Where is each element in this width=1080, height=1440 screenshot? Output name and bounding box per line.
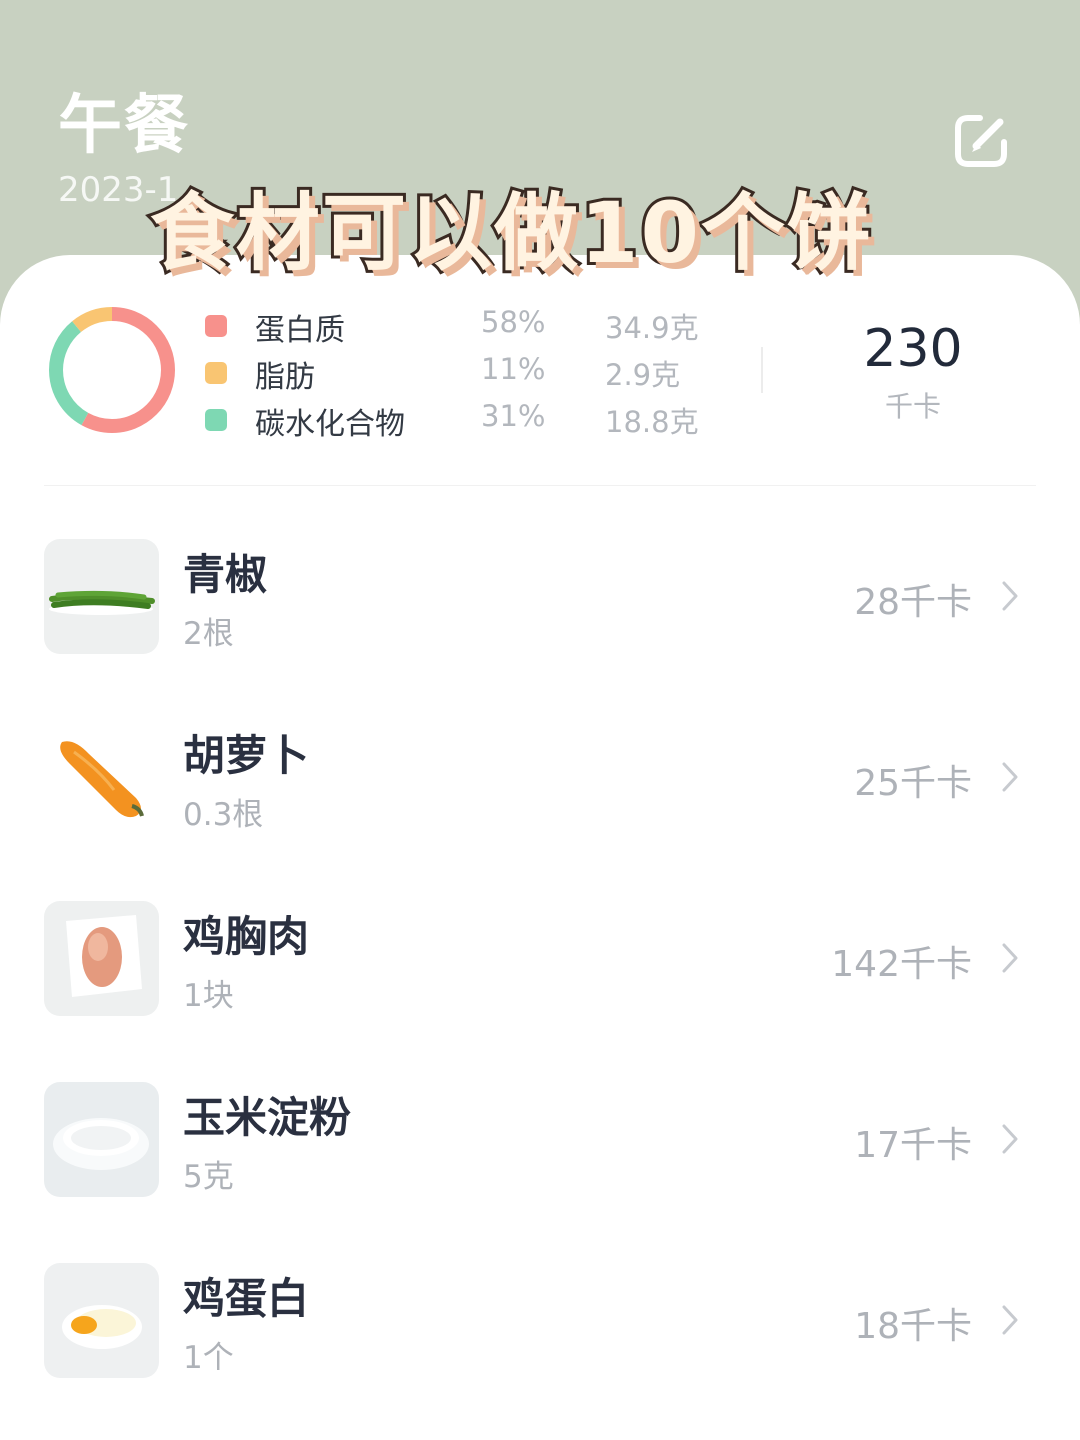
food-name: 玉米淀粉 xyxy=(183,1093,352,1142)
edit-button[interactable] xyxy=(950,110,1012,172)
food-kcal: 28千卡 xyxy=(854,582,972,623)
chevron-right-icon xyxy=(1002,1124,1018,1154)
protein-color-dot xyxy=(205,315,227,337)
food-item-carrot[interactable]: 胡萝卜 0.3根 25千卡 xyxy=(0,696,1080,856)
chicken-breast-photo-icon xyxy=(44,901,159,1016)
food-kcal: 25千卡 xyxy=(854,763,972,804)
total-kcal: 230 xyxy=(863,319,963,379)
food-kcal: 142千卡 xyxy=(831,944,972,985)
chevron-right-icon xyxy=(1002,1305,1018,1335)
food-name: 鸡蛋白 xyxy=(183,1274,310,1323)
food-item-egg-white[interactable]: 鸡蛋白 1个 18千卡 xyxy=(0,1239,1080,1399)
summary-separator xyxy=(44,485,1036,486)
food-item-chicken-breast[interactable]: 鸡胸肉 1块 142千卡 xyxy=(0,877,1080,1037)
food-quantity: 0.3根 xyxy=(183,797,264,833)
carbs-color-dot xyxy=(205,409,227,431)
macro-percent: 11% xyxy=(481,352,546,386)
macro-name: 碳水化合物 xyxy=(255,407,405,442)
green-pepper-photo-icon xyxy=(44,539,159,654)
macro-amount: 34.9克 xyxy=(605,311,699,345)
macro-percent: 58% xyxy=(481,305,546,339)
food-item-green-pepper[interactable]: 青椒 2根 28千卡 xyxy=(0,515,1080,675)
chevron-right-icon xyxy=(1002,581,1018,611)
macro-amount: 18.8克 xyxy=(605,405,699,439)
macro-amount: 2.9克 xyxy=(605,358,681,392)
summary-divider xyxy=(761,347,763,393)
food-quantity: 5克 xyxy=(183,1159,234,1195)
macro-row-protein: 蛋白质 58% 34.9克 xyxy=(205,305,725,348)
food-name: 青椒 xyxy=(183,550,268,599)
food-quantity: 2根 xyxy=(183,616,234,652)
food-quantity: 1个 xyxy=(183,1340,234,1376)
edit-icon xyxy=(955,115,1007,167)
meal-title: 午餐 xyxy=(58,89,190,163)
food-item-corn-starch[interactable]: 玉米淀粉 5克 17千卡 xyxy=(0,1058,1080,1218)
macro-row-fat: 脂肪 11% 2.9克 xyxy=(205,352,725,395)
macro-row-carbs: 碳水化合物 31% 18.8克 xyxy=(205,399,725,442)
food-name: 胡萝卜 xyxy=(183,731,310,780)
macro-name: 蛋白质 xyxy=(255,313,345,348)
macro-name: 脂肪 xyxy=(255,360,315,395)
food-quantity: 1块 xyxy=(183,978,234,1014)
nutrition-summary: 蛋白质 58% 34.9克 脂肪 11% 2.9克 碳水化合物 31% 18.8… xyxy=(0,255,1080,485)
chevron-right-icon xyxy=(1002,943,1018,973)
egg-white-photo-icon xyxy=(44,1263,159,1378)
macro-percent: 31% xyxy=(481,399,546,433)
food-kcal: 18千卡 xyxy=(854,1306,972,1347)
meal-card: 蛋白质 58% 34.9克 脂肪 11% 2.9克 碳水化合物 31% 18.8… xyxy=(0,255,1080,1440)
carrot-photo-icon xyxy=(44,720,159,835)
fat-color-dot xyxy=(205,362,227,384)
overlay-caption: 食材可以做10个饼 xyxy=(147,181,874,285)
food-kcal: 17千卡 xyxy=(854,1125,972,1166)
food-name: 鸡胸肉 xyxy=(183,912,310,961)
macro-donut-chart xyxy=(49,307,175,433)
total-kcal-unit: 千卡 xyxy=(884,390,941,423)
chevron-right-icon xyxy=(1002,762,1018,792)
corn-starch-photo-icon xyxy=(44,1082,159,1197)
